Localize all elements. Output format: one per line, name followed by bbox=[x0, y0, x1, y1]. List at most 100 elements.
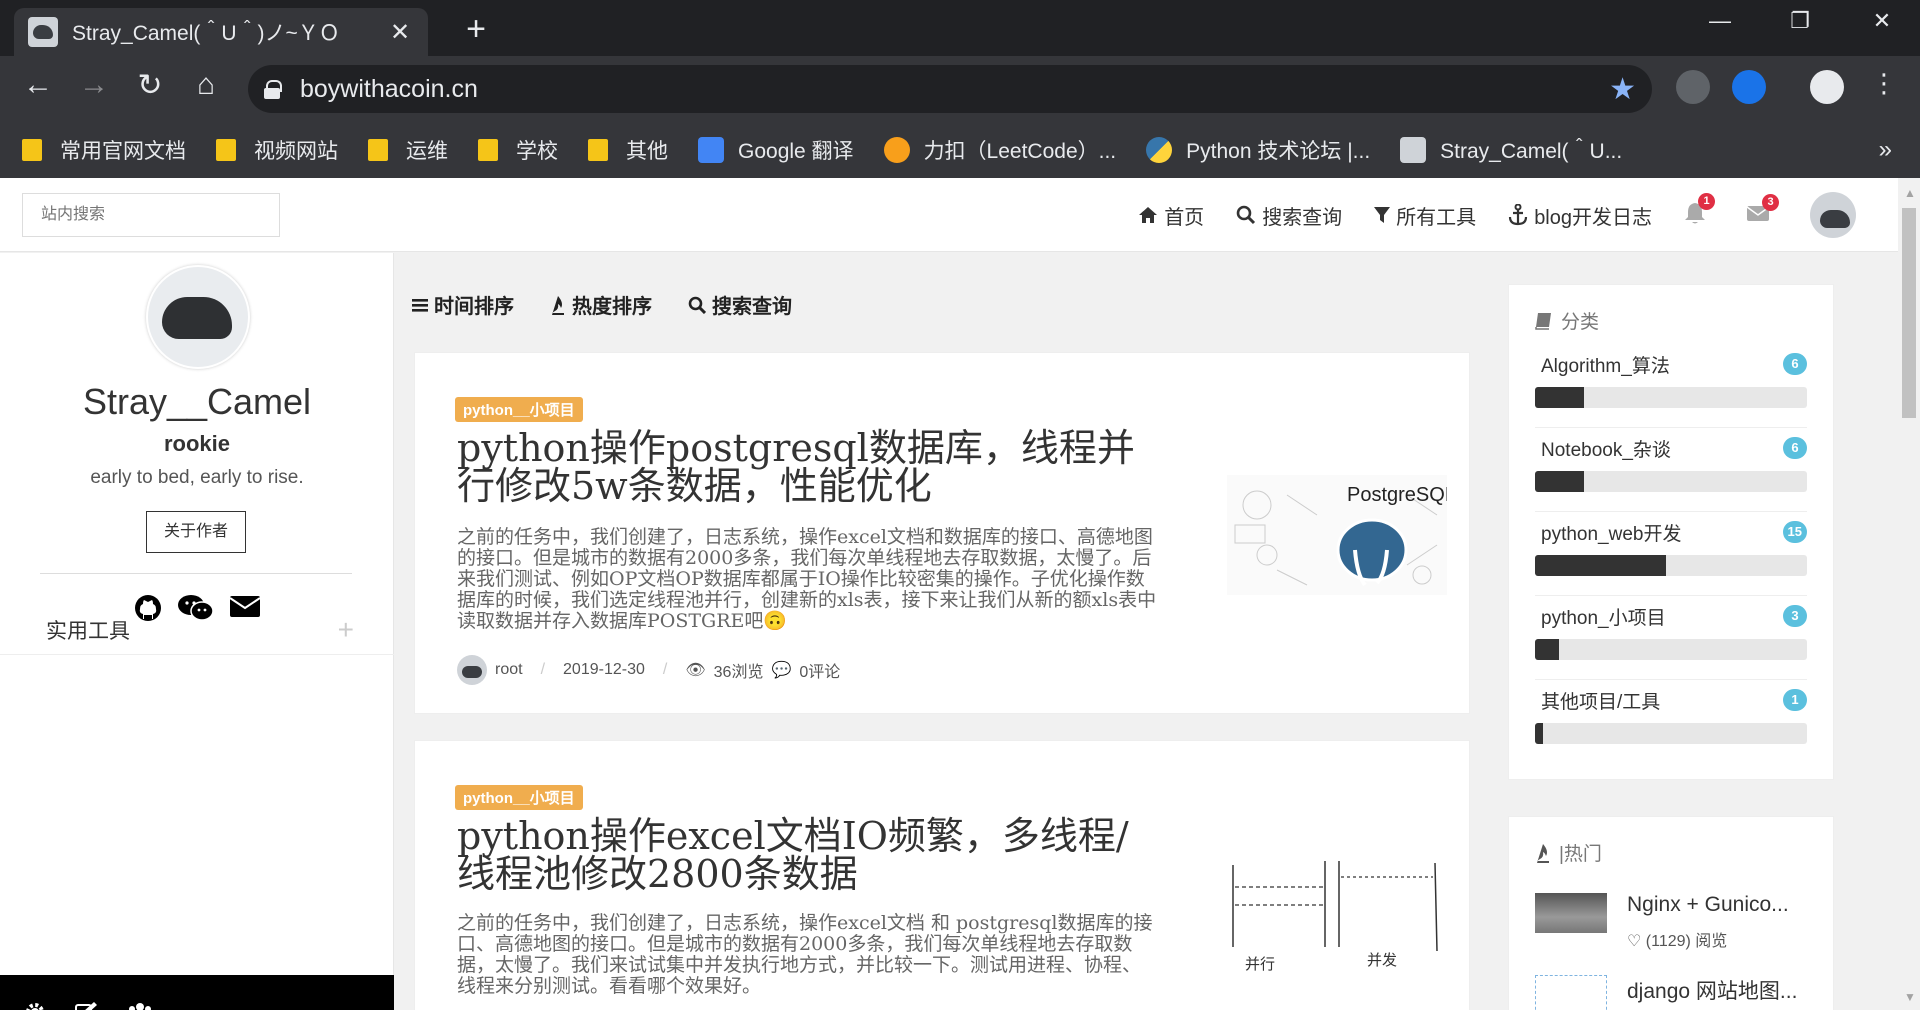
about-author-button[interactable]: 关于作者 bbox=[146, 511, 246, 553]
category-progress-fill bbox=[1535, 723, 1544, 744]
hot-post-thumbnail bbox=[1535, 975, 1607, 1010]
maximize-icon[interactable]: ❐ bbox=[1780, 8, 1820, 34]
forward-icon[interactable]: → bbox=[74, 68, 114, 102]
tab-strip: Stray_Camel(＾U＾)ノ~ＹＯ ✕ + — ❐ ✕ bbox=[0, 0, 1920, 56]
bookmark-link[interactable]: Stray_Camel(＾U... bbox=[1400, 135, 1622, 165]
edit-icon[interactable] bbox=[74, 1001, 98, 1010]
notification-count-badge: 1 bbox=[1698, 192, 1715, 210]
hot-post-title[interactable]: django 网站地图... bbox=[1627, 975, 1817, 1005]
scroll-up-icon[interactable]: ▲ bbox=[1904, 186, 1916, 200]
post-thumbnail[interactable]: 并行 并发 bbox=[1227, 857, 1447, 977]
leetcode-icon bbox=[883, 137, 910, 163]
postgresql-logo-icon: PostgreSQL bbox=[1234, 484, 1447, 587]
window-close-icon[interactable]: ✕ bbox=[1862, 8, 1902, 34]
site-header: 首页 搜索查询 所有工具 blog开发日志 1 3 bbox=[0, 178, 1898, 252]
post-author[interactable]: root bbox=[495, 661, 523, 679]
hot-post-meta: ♡ (1129) 阅览 bbox=[1627, 933, 1728, 950]
post-comments: 0评论 bbox=[799, 664, 841, 681]
sort-search[interactable]: 搜索查询 bbox=[688, 290, 792, 319]
nav-home[interactable]: 首页 bbox=[1138, 201, 1204, 230]
nav-devlog[interactable]: blog开发日志 bbox=[1508, 201, 1652, 230]
nav-tools[interactable]: 所有工具 bbox=[1374, 201, 1476, 230]
browser-menu-icon[interactable]: ⋮ bbox=[1864, 68, 1904, 99]
folder-icon bbox=[216, 139, 236, 161]
bookmark-folder[interactable]: 视频网站 bbox=[216, 135, 338, 165]
profile-sidebar: Stray__Camel rookie early to bed, early … bbox=[0, 253, 394, 1010]
post-category-tag[interactable]: python__小项目 bbox=[455, 785, 583, 810]
category-progress-bar bbox=[1535, 471, 1807, 492]
page-scrollbar[interactable]: ▲ ▼ bbox=[1898, 178, 1920, 1010]
category-name[interactable]: python_小项目 bbox=[1541, 603, 1666, 630]
category-count-badge: 1 bbox=[1783, 689, 1807, 711]
folder-icon bbox=[478, 139, 498, 161]
scrollbar-thumb[interactable] bbox=[1902, 208, 1916, 418]
settings-gear-icon[interactable] bbox=[24, 1001, 46, 1010]
nav-search[interactable]: 搜索查询 bbox=[1236, 201, 1342, 230]
main-nav: 首页 搜索查询 所有工具 blog开发日志 1 3 bbox=[1138, 178, 1898, 252]
category-name[interactable]: python_web开发 bbox=[1541, 519, 1681, 546]
bookmark-link[interactable]: 力扣（LeetCode）... bbox=[883, 135, 1116, 165]
bookmark-star-icon[interactable]: ★ bbox=[1609, 72, 1636, 107]
url-text: boywithacoin.cn bbox=[300, 74, 478, 103]
widget-header: 分类 bbox=[1535, 307, 1599, 334]
browser-tab[interactable]: Stray_Camel(＾U＾)ノ~ＹＯ ✕ bbox=[14, 8, 428, 56]
scroll-down-icon[interactable]: ▼ bbox=[1904, 990, 1916, 1004]
bookmarks-overflow-icon[interactable]: » bbox=[1879, 136, 1892, 164]
eye-icon: 👁 bbox=[685, 662, 706, 679]
category-progress-fill bbox=[1535, 639, 1560, 660]
category-name[interactable]: 其他项目/工具 bbox=[1541, 687, 1660, 714]
home-icon[interactable]: ⌂ bbox=[186, 68, 226, 102]
category-count-badge: 6 bbox=[1783, 353, 1807, 375]
tab-close-button[interactable]: ✕ bbox=[386, 18, 414, 47]
post-thumbnail[interactable]: PostgreSQL bbox=[1227, 475, 1447, 595]
anchor-icon bbox=[1509, 204, 1528, 226]
post-title[interactable]: python操作postgresql数据库，线程并行修改5w条数据，性能优化 bbox=[457, 429, 1157, 505]
post-title[interactable]: python操作excel文档IO频繁，多线程/线程池修改2800条数据 bbox=[457, 817, 1157, 893]
bookmark-folder[interactable]: 其他 bbox=[588, 135, 668, 165]
post-category-tag[interactable]: python__小项目 bbox=[455, 397, 583, 422]
bookmark-folder[interactable]: 运维 bbox=[368, 135, 448, 165]
reload-icon[interactable]: ↻ bbox=[130, 68, 170, 103]
hot-post-title[interactable]: Nginx + Gunico... bbox=[1627, 893, 1817, 917]
category-progress-fill bbox=[1535, 471, 1584, 492]
notifications-button[interactable]: 1 bbox=[1684, 192, 1715, 230]
useful-tools-section[interactable]: 实用工具 + bbox=[0, 605, 394, 655]
site-search-input[interactable] bbox=[22, 193, 280, 237]
minimize-icon[interactable]: — bbox=[1700, 8, 1740, 34]
sort-by-hot[interactable]: 热度排序 bbox=[550, 290, 652, 319]
category-count-badge: 15 bbox=[1782, 521, 1807, 543]
search-icon bbox=[688, 296, 706, 314]
bookmark-folder[interactable]: 学校 bbox=[478, 135, 558, 165]
browser-toolbar: ← → ↻ ⌂ boywithacoin.cn ★ ⋮ bbox=[0, 56, 1920, 122]
post-card[interactable]: python__小项目 python操作postgresql数据库，线程并行修改… bbox=[414, 352, 1470, 714]
user-avatar[interactable] bbox=[1810, 192, 1856, 238]
users-group-icon[interactable] bbox=[126, 1001, 154, 1010]
post-meta: root / 2019-12-30 / 👁 36浏览 💬 0评论 bbox=[457, 655, 840, 685]
post-card[interactable]: python__小项目 python操作excel文档IO频繁，多线程/线程池修… bbox=[414, 740, 1470, 1010]
new-tab-button[interactable]: + bbox=[456, 10, 496, 49]
author-motto: early to bed, early to rise. bbox=[90, 467, 304, 488]
category-progress-bar bbox=[1535, 639, 1807, 660]
extension-icon[interactable] bbox=[1676, 70, 1710, 104]
extension-blue-icon[interactable] bbox=[1732, 70, 1766, 104]
message-count-badge: 3 bbox=[1762, 193, 1779, 211]
bookmark-folder[interactable]: 常用官网文档 bbox=[22, 135, 186, 165]
bookmark-link[interactable]: Google 翻译 bbox=[698, 135, 854, 165]
sort-bar: 时间排序 热度排序 搜索查询 bbox=[412, 290, 792, 319]
folder-icon bbox=[368, 139, 388, 161]
profile-icon[interactable] bbox=[1810, 70, 1844, 104]
divider bbox=[40, 573, 352, 574]
messages-button[interactable]: 3 bbox=[1746, 193, 1779, 227]
back-icon[interactable]: ← bbox=[18, 68, 58, 102]
sort-by-time[interactable]: 时间排序 bbox=[412, 290, 514, 319]
category-name[interactable]: Algorithm_算法 bbox=[1541, 351, 1670, 378]
bookmark-link[interactable]: Python 技术论坛 |... bbox=[1146, 135, 1370, 165]
category-name[interactable]: Notebook_杂谈 bbox=[1541, 435, 1671, 462]
bookmarks-bar: 常用官网文档 视频网站 运维 学校 其他 Google 翻译 力扣（LeetCo… bbox=[0, 122, 1920, 178]
expand-icon[interactable]: + bbox=[338, 614, 354, 646]
address-bar[interactable]: boywithacoin.cn ★ bbox=[248, 65, 1652, 113]
category-progress-bar bbox=[1535, 555, 1807, 576]
thumb-label: PostgreSQL bbox=[1347, 484, 1447, 506]
folder-icon bbox=[22, 139, 42, 161]
web-page: 首页 搜索查询 所有工具 blog开发日志 1 3 bbox=[0, 178, 1898, 1010]
